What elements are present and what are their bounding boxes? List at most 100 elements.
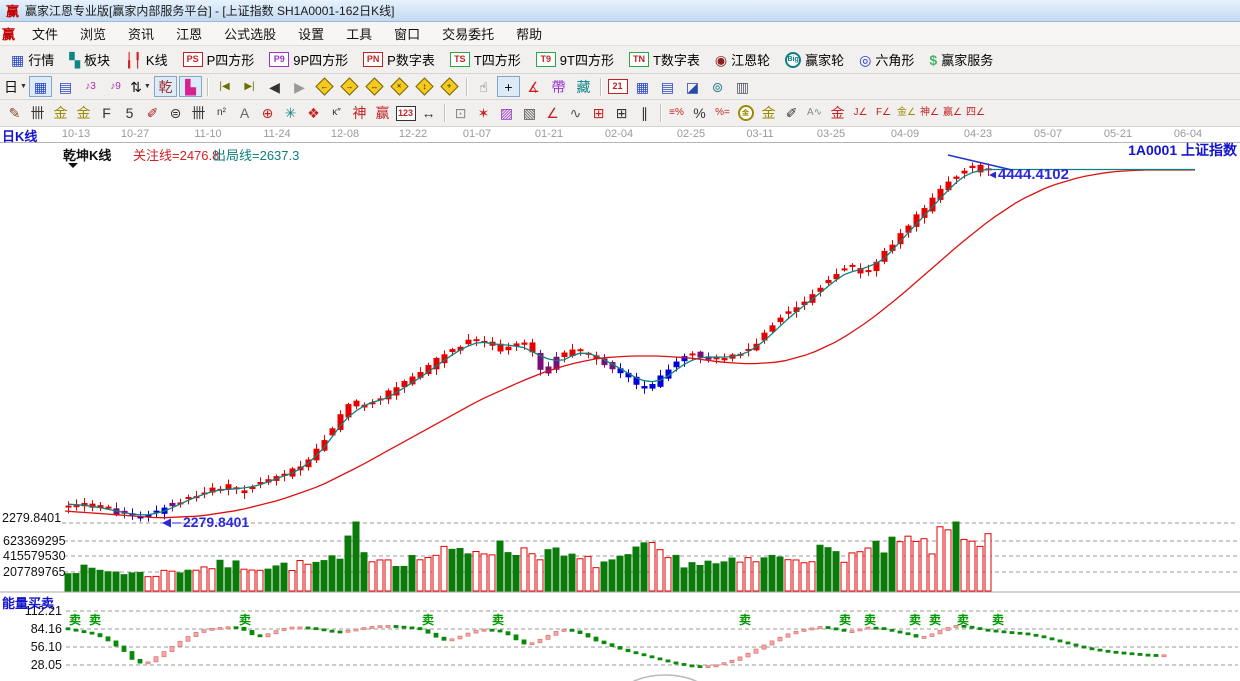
t-digit-table-button[interactable]: TNT数字表 bbox=[622, 48, 707, 71]
slant-lines-button[interactable]: ∥ bbox=[634, 103, 655, 123]
print-button[interactable]: ▥ bbox=[731, 76, 754, 97]
prev-button[interactable]: ◀ bbox=[263, 76, 286, 97]
hexagon-button[interactable]: ◎六角形 bbox=[852, 48, 921, 71]
period-day-button[interactable]: 日▼ bbox=[4, 76, 27, 97]
calendar-button[interactable]: 21 bbox=[606, 76, 629, 97]
win-fence-button[interactable]: 赢 bbox=[372, 103, 393, 123]
t-square-button[interactable]: TST四方形 bbox=[443, 48, 528, 71]
menu-item-8[interactable]: 交易委托 bbox=[431, 22, 505, 45]
f-fence-button[interactable]: F bbox=[96, 103, 117, 123]
diamond-hjump-button[interactable]: ↔ bbox=[363, 76, 386, 97]
menu-item-9[interactable]: 帮助 bbox=[505, 22, 553, 45]
fan-dark-button[interactable]: ▧ bbox=[519, 103, 540, 123]
target-circle-button[interactable]: ⊕ bbox=[257, 103, 278, 123]
circle-fence-button[interactable]: ⊜ bbox=[165, 103, 186, 123]
crosshair-tool-button[interactable]: + bbox=[497, 76, 520, 97]
screen-layout-button[interactable]: ▦ bbox=[29, 76, 52, 97]
report-button[interactable]: ▤ bbox=[656, 76, 679, 97]
zigzag-button[interactable]: ∿ bbox=[565, 103, 586, 123]
diamond-cross-button[interactable]: × bbox=[388, 76, 411, 97]
candle-style-button[interactable]: ⇅▼ bbox=[129, 76, 152, 97]
fence-tool-button[interactable]: 卌 bbox=[27, 103, 48, 123]
kline-button[interactable]: ╽╿K线 bbox=[118, 48, 175, 71]
indicator-bar bbox=[674, 662, 678, 664]
p-digit-table-button[interactable]: PNP数字表 bbox=[356, 48, 442, 71]
export-button[interactable]: ⊚ bbox=[706, 76, 729, 97]
chart-svg[interactable]: 10-1310-2711-1011-2412-0812-2201-0701-21… bbox=[0, 127, 1240, 681]
winner-service-button[interactable]: $赢家服务 bbox=[922, 48, 1000, 71]
red-grid-star-button[interactable]: ❖ bbox=[303, 103, 324, 123]
menu-item-1[interactable]: 浏览 bbox=[69, 22, 117, 45]
fan-purple-button[interactable]: ▨ bbox=[496, 103, 517, 123]
mini-chart-9-button[interactable]: ♪9 bbox=[104, 76, 127, 97]
gold-mark-button[interactable]: 金 bbox=[827, 103, 848, 123]
n-squared-button[interactable]: n² bbox=[211, 103, 232, 123]
diamond-left-button[interactable]: ← bbox=[313, 76, 336, 97]
mini-chart-3-button[interactable]: ♪3 bbox=[79, 76, 102, 97]
sectors-button[interactable]: ▚板块 bbox=[62, 48, 117, 71]
kline-dropdown-icon[interactable] bbox=[68, 163, 78, 168]
first-page-button[interactable]: |◀ bbox=[213, 76, 236, 97]
width-arrow-button[interactable]: ↔ bbox=[418, 103, 439, 123]
menu-item-0[interactable]: 文件 bbox=[21, 22, 69, 45]
menu-item-6[interactable]: 工具 bbox=[335, 22, 383, 45]
k-wave-button[interactable]: κ″ bbox=[326, 103, 347, 123]
j-angle-button[interactable]: J∠ bbox=[850, 103, 871, 123]
indicator-bar bbox=[274, 631, 278, 634]
menu-item-5[interactable]: 设置 bbox=[287, 22, 335, 45]
gold-circle-button[interactable]: 金 bbox=[735, 103, 756, 123]
chart-area[interactable]: 10-1310-2711-1011-2412-0812-2201-0701-21… bbox=[0, 127, 1240, 681]
gold-fence-a-button[interactable]: 金 bbox=[50, 103, 71, 123]
color-chart-button[interactable]: ▙ bbox=[179, 76, 202, 97]
wave-a-button[interactable]: A∿ bbox=[804, 103, 825, 123]
percent-line-button[interactable]: %= bbox=[712, 103, 733, 123]
t9-square-button[interactable]: T99T四方形 bbox=[529, 48, 621, 71]
diamond-right-button[interactable]: → bbox=[338, 76, 361, 97]
gold-angle-button[interactable]: 金∠ bbox=[896, 103, 917, 123]
percent-button[interactable]: % bbox=[689, 103, 710, 123]
matrix-button[interactable]: ▦ bbox=[631, 76, 654, 97]
red-grid-button[interactable]: ⊞ bbox=[588, 103, 609, 123]
qiankun-seal-button[interactable]: 乾 bbox=[154, 76, 177, 97]
ray-fan-button[interactable]: ✶ bbox=[473, 103, 494, 123]
shen-fence-button[interactable]: 神 bbox=[349, 103, 370, 123]
info-list-button[interactable]: ▤ bbox=[54, 76, 77, 97]
winner-wheel-button[interactable]: Big赢家轮 bbox=[778, 48, 851, 71]
knife-tool-button[interactable]: ✎ bbox=[4, 103, 25, 123]
gann-teal-tool-button[interactable]: 藏 bbox=[572, 76, 595, 97]
gann-purple-tool-button[interactable]: 帶 bbox=[547, 76, 570, 97]
diamond-vjump-button[interactable]: ↕ bbox=[413, 76, 436, 97]
last-page-button[interactable]: ▶| bbox=[238, 76, 261, 97]
indicator-bar bbox=[106, 637, 110, 641]
menu-item-3[interactable]: 江恩 bbox=[165, 22, 213, 45]
shen-angle-button[interactable]: 神∠ bbox=[919, 103, 940, 123]
marker-pen-button[interactable]: ✐ bbox=[142, 103, 163, 123]
win-angle-button[interactable]: 赢∠ bbox=[942, 103, 963, 123]
levels-button[interactable]: ≡% bbox=[666, 103, 687, 123]
gold-line-button[interactable]: 金 bbox=[758, 103, 779, 123]
f-angle-button[interactable]: F∠ bbox=[873, 103, 894, 123]
next-button[interactable]: ▶ bbox=[288, 76, 311, 97]
menu-item-7[interactable]: 窗口 bbox=[383, 22, 431, 45]
gold-fence-b-button[interactable]: 金 bbox=[73, 103, 94, 123]
p9-square-button[interactable]: P99P四方形 bbox=[262, 48, 355, 71]
handle-box-button[interactable]: ⊡ bbox=[450, 103, 471, 123]
teal-star-button[interactable]: ✳ bbox=[280, 103, 301, 123]
angle-pair-button[interactable]: ∠ bbox=[542, 103, 563, 123]
diamond-expand-button[interactable]: + bbox=[438, 76, 461, 97]
p-square-button[interactable]: PSP四方形 bbox=[176, 48, 262, 71]
gann-wheel-button[interactable]: ◉江恩轮 bbox=[708, 48, 777, 71]
a-guide-button[interactable]: A bbox=[234, 103, 255, 123]
hand-tool-button[interactable]: ☝ bbox=[472, 76, 495, 97]
menu-item-2[interactable]: 资讯 bbox=[117, 22, 165, 45]
angle-tool-button[interactable]: ∡ bbox=[522, 76, 545, 97]
menu-item-4[interactable]: 公式选股 bbox=[213, 22, 287, 45]
ruler-button[interactable]: 123 bbox=[395, 103, 416, 123]
pen-ruler-button[interactable]: ✐ bbox=[781, 103, 802, 123]
fence2-tool-button[interactable]: 卌 bbox=[188, 103, 209, 123]
quotes-button[interactable]: ▦行情 bbox=[4, 48, 61, 71]
save-button[interactable]: ◪ bbox=[681, 76, 704, 97]
hook-fence-button[interactable]: 5 bbox=[119, 103, 140, 123]
dark-grid-button[interactable]: ⊞ bbox=[611, 103, 632, 123]
four-angle-button[interactable]: 四∠ bbox=[965, 103, 986, 123]
